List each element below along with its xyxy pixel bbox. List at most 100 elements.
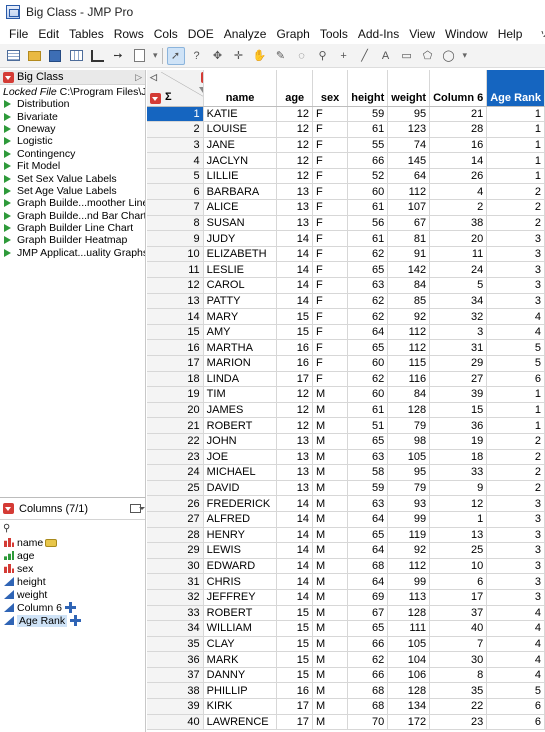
column-header-height[interactable]: height	[347, 70, 389, 107]
cell-age-rank[interactable]: 2	[486, 199, 545, 216]
cell-height[interactable]: 59	[347, 106, 389, 123]
cell-age[interactable]: 14	[276, 293, 313, 310]
cell-weight[interactable]: 123	[387, 121, 431, 138]
row-number[interactable]: 16	[147, 339, 204, 356]
cell-age-rank[interactable]: 4	[486, 324, 545, 341]
menu-doe[interactable]: DOE	[183, 27, 219, 41]
table-row[interactable]: 31 CHRIS 14 M 64 99 6 3	[147, 573, 545, 590]
cell-height[interactable]: 61	[347, 121, 389, 138]
script-logistic[interactable]: Logistic	[0, 135, 145, 147]
cell-column-6[interactable]: 1	[429, 511, 488, 528]
cell-name[interactable]: LESLIE	[203, 261, 278, 279]
cell-weight[interactable]: 79	[387, 480, 431, 497]
cell-height[interactable]: 62	[347, 371, 389, 388]
cell-sex[interactable]: F	[312, 277, 349, 294]
cell-age-rank[interactable]: 1	[486, 386, 545, 403]
row-number[interactable]: 34	[147, 620, 204, 637]
cell-age[interactable]: 12	[276, 137, 313, 154]
cell-column-6[interactable]: 25	[429, 542, 488, 559]
cell-sex[interactable]: M	[312, 527, 349, 544]
cell-name[interactable]: LILLIE	[203, 168, 278, 185]
cell-weight[interactable]: 107	[387, 199, 431, 216]
cell-age[interactable]: 14	[276, 589, 313, 606]
cell-age-rank[interactable]: 3	[486, 542, 545, 559]
cell-age[interactable]: 14	[276, 261, 313, 279]
table-row[interactable]: 40 LAWRENCE 17 M 70 172 23 6	[147, 714, 545, 731]
cell-age[interactable]: 15	[276, 308, 313, 325]
cell-weight[interactable]: 112	[387, 324, 431, 341]
cell-weight[interactable]: 113	[387, 589, 431, 606]
cell-column-6[interactable]: 33	[429, 464, 488, 481]
continuous-modeling-type-icon[interactable]	[4, 603, 14, 612]
cell-weight[interactable]: 64	[387, 168, 431, 185]
cell-sex[interactable]: F	[312, 183, 349, 201]
cell-weight[interactable]: 142	[387, 261, 431, 279]
cell-age-rank[interactable]: 2	[486, 449, 545, 466]
table-row[interactable]: 18 LINDA 17 F 62 116 27 6	[147, 371, 545, 388]
cell-age[interactable]: 12	[276, 121, 313, 138]
cell-age[interactable]: 12	[276, 168, 313, 185]
cell-column-6[interactable]: 32	[429, 308, 488, 325]
table-row[interactable]: 27 ALFRED 14 M 64 99 1 3	[147, 511, 545, 528]
cell-sex[interactable]: F	[312, 261, 349, 279]
ordinal-modeling-type-icon[interactable]	[4, 551, 14, 560]
row-number[interactable]: 30	[147, 558, 204, 575]
cell-name[interactable]: CHRIS	[203, 573, 278, 590]
cell-height[interactable]: 66	[347, 667, 389, 684]
cell-weight[interactable]: 104	[387, 651, 431, 668]
cell-age[interactable]: 16	[276, 682, 313, 700]
menu-view[interactable]: View	[404, 27, 440, 41]
cell-sex[interactable]: F	[312, 168, 349, 185]
cell-sex[interactable]: F	[312, 230, 349, 247]
cell-age[interactable]: 14	[276, 511, 313, 528]
data-table-icon[interactable]	[67, 47, 85, 65]
cell-age[interactable]: 15	[276, 324, 313, 341]
cell-name[interactable]: PHILLIP	[203, 682, 278, 700]
cell-name[interactable]: LEWIS	[203, 542, 278, 559]
cell-sex[interactable]: M	[312, 386, 349, 403]
cell-name[interactable]: AMY	[203, 324, 278, 341]
cell-weight[interactable]: 84	[387, 277, 431, 294]
script-set-sex-value-labels[interactable]: Set Sex Value Labels	[0, 172, 145, 185]
cell-column-6[interactable]: 26	[429, 168, 488, 185]
menu-analyze[interactable]: Analyze	[219, 27, 272, 41]
table-row[interactable]: 37 DANNY 15 M 66 106 8 4	[147, 667, 545, 684]
script-bivariate[interactable]: Bivariate	[0, 110, 145, 123]
plus-tool-icon[interactable]: +	[335, 47, 353, 65]
line-tool-icon[interactable]: ╱	[356, 47, 374, 65]
play-icon[interactable]	[4, 162, 11, 171]
cell-name[interactable]: SUSAN	[203, 215, 278, 232]
cell-sex[interactable]: M	[312, 651, 349, 668]
cell-column-6[interactable]: 36	[429, 417, 488, 434]
cell-weight[interactable]: 145	[387, 152, 431, 169]
cell-age-rank[interactable]: 5	[486, 339, 545, 356]
table-row[interactable]: 11 LESLIE 14 F 65 142 24 3	[147, 261, 545, 279]
cell-age-rank[interactable]: 4	[486, 651, 545, 668]
table-row[interactable]: 38 PHILLIP 16 M 68 128 35 5	[147, 682, 545, 700]
cell-age-rank[interactable]: 1	[486, 137, 545, 154]
cell-age[interactable]: 13	[276, 199, 313, 216]
cell-weight[interactable]: 116	[387, 371, 431, 388]
cell-column-6[interactable]: 39	[429, 386, 488, 403]
play-icon[interactable]	[4, 211, 11, 220]
cell-height[interactable]: 64	[347, 511, 389, 528]
play-icon[interactable]	[4, 100, 11, 109]
cell-column-6[interactable]: 20	[429, 230, 488, 247]
column-header-age-rank[interactable]: Age Rank	[486, 70, 545, 107]
cell-name[interactable]: WILLIAM	[203, 620, 278, 637]
cell-name[interactable]: JAMES	[203, 402, 278, 419]
cell-sex[interactable]: M	[312, 636, 349, 653]
fit-y-by-x-icon[interactable]: ➙	[109, 47, 127, 65]
play-icon[interactable]	[4, 124, 11, 133]
cell-height[interactable]: 51	[347, 417, 389, 434]
cell-height[interactable]: 65	[347, 261, 389, 279]
row-number[interactable]: 36	[147, 651, 204, 668]
cell-height[interactable]: 66	[347, 636, 389, 653]
cell-name[interactable]: PATTY	[203, 293, 278, 310]
cell-column-6[interactable]: 34	[429, 293, 488, 310]
journal-icon[interactable]	[130, 47, 148, 65]
columns-hotspot-icon[interactable]	[201, 72, 203, 83]
table-row[interactable]: 26 FREDERICK 14 M 63 93 12 3	[147, 495, 545, 512]
play-icon[interactable]	[4, 199, 11, 208]
table-row[interactable]: 8 SUSAN 13 F 56 67 38 2	[147, 215, 545, 232]
